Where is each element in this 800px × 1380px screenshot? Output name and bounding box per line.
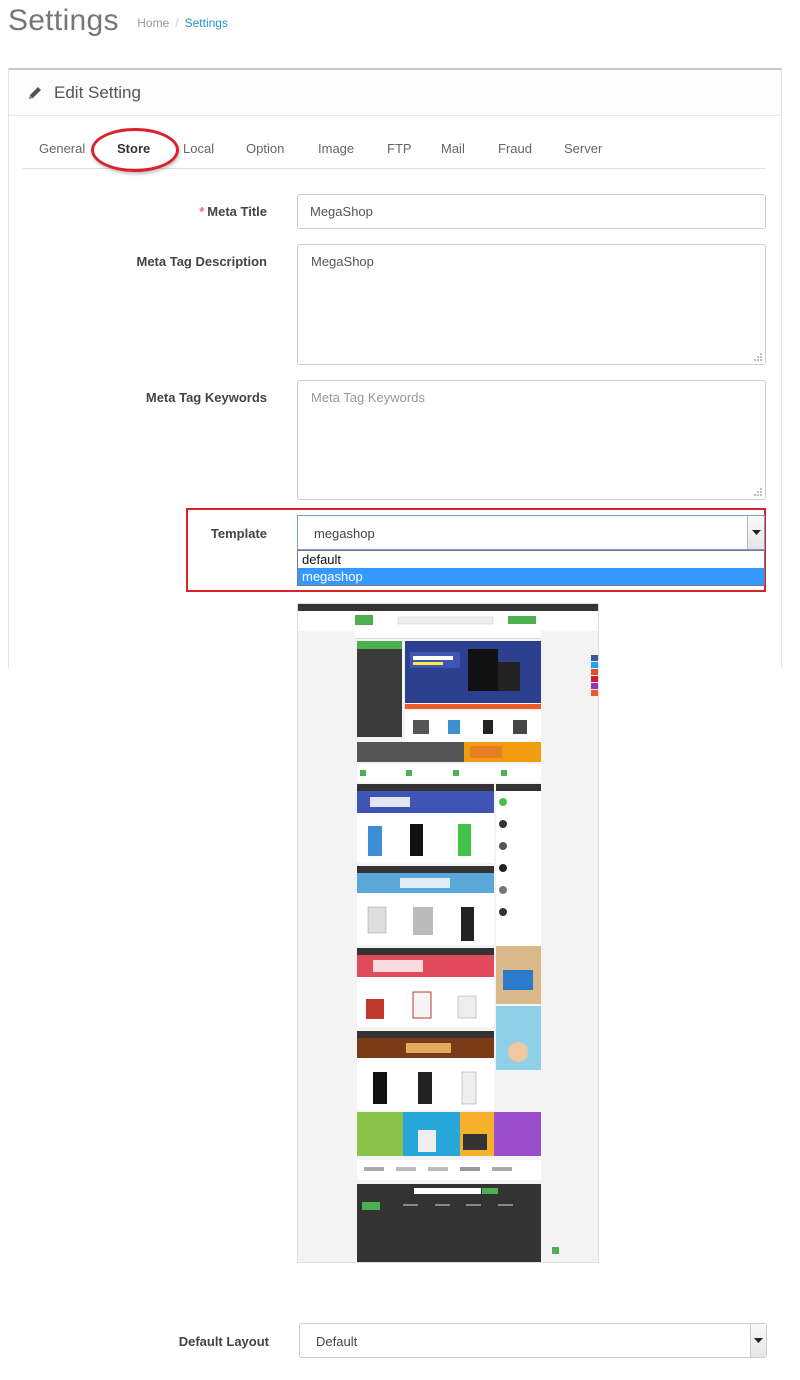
tab-option[interactable]: Option xyxy=(246,141,284,156)
megashop-storefront-thumbnail xyxy=(298,604,598,1262)
panel-heading: Edit Setting xyxy=(9,70,781,116)
breadcrumb-settings-link[interactable]: Settings xyxy=(185,16,228,30)
default-layout-select-value: Default xyxy=(316,1334,358,1349)
chevron-down-icon[interactable] xyxy=(747,516,764,549)
tab-local[interactable]: Local xyxy=(183,141,214,156)
page-title: Settings xyxy=(8,4,119,37)
meta-keywords-textarea[interactable]: Meta Tag Keywords xyxy=(297,380,766,500)
breadcrumb-home-link[interactable]: Home xyxy=(137,16,169,30)
resize-grip-icon[interactable] xyxy=(752,351,763,362)
meta-title-label-text: Meta Title xyxy=(207,204,267,219)
settings-tabs: General Store Local Option Image FTP Mai… xyxy=(23,128,765,169)
template-select[interactable]: megashop xyxy=(297,515,765,550)
template-dropdown-list: default megashop xyxy=(297,550,765,586)
pencil-icon xyxy=(29,86,41,99)
template-option-default[interactable]: default xyxy=(298,551,764,568)
meta-description-textarea[interactable]: MegaShop xyxy=(297,244,766,365)
tab-general[interactable]: General xyxy=(39,141,85,156)
social-share-strip xyxy=(591,655,598,697)
breadcrumb-separator: / xyxy=(175,16,179,30)
meta-description-value: MegaShop xyxy=(311,254,374,269)
meta-title-label: * Meta Title xyxy=(37,204,267,219)
tab-server[interactable]: Server xyxy=(564,141,602,156)
tab-store[interactable]: Store xyxy=(117,141,150,156)
meta-title-input[interactable]: MegaShop xyxy=(297,194,766,229)
template-select-value: megashop xyxy=(314,526,375,541)
tab-mail[interactable]: Mail xyxy=(441,141,465,156)
resize-grip-icon[interactable] xyxy=(752,486,763,497)
breadcrumb: Home / Settings xyxy=(137,16,228,30)
tab-fraud[interactable]: Fraud xyxy=(498,141,532,156)
meta-keywords-label: Meta Tag Keywords xyxy=(145,390,267,405)
tab-ftp[interactable]: FTP xyxy=(387,141,412,156)
template-option-megashop[interactable]: megashop xyxy=(298,568,764,585)
meta-keywords-placeholder: Meta Tag Keywords xyxy=(311,390,425,405)
default-layout-label: Default Layout xyxy=(178,1334,269,1349)
page-header: Settings Home / Settings xyxy=(8,4,228,44)
template-preview-image xyxy=(297,603,599,1263)
template-label: Template xyxy=(210,526,267,541)
default-layout-select[interactable]: Default xyxy=(299,1323,767,1358)
meta-description-label: Meta Tag Description xyxy=(136,254,267,269)
chevron-down-icon[interactable] xyxy=(750,1324,766,1357)
tab-image[interactable]: Image xyxy=(318,141,354,156)
panel-title: Edit Setting xyxy=(54,82,141,102)
required-mark: * xyxy=(199,204,205,219)
